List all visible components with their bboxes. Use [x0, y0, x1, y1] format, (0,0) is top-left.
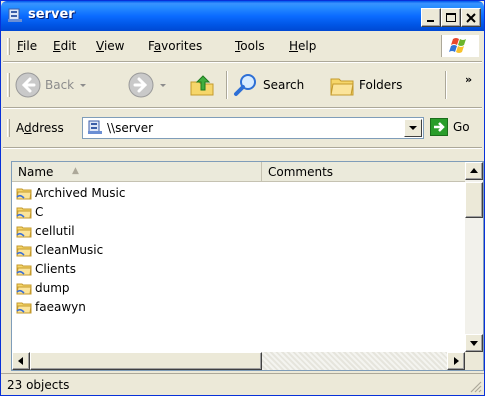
arrow-right-icon	[454, 357, 459, 365]
scroll-left-button[interactable]	[12, 352, 30, 370]
shared-folder-icon	[16, 207, 32, 219]
folders-label: Folders	[359, 78, 403, 92]
column-header-name[interactable]: Name ▲	[12, 162, 262, 182]
menu-file[interactable]: File	[17, 39, 37, 53]
toolbar-grip[interactable]	[7, 73, 10, 97]
up-folder-button[interactable]	[189, 69, 215, 101]
back-arrow-icon	[15, 72, 41, 98]
scroll-up-button[interactable]	[465, 162, 483, 180]
shared-folder-icon	[16, 264, 32, 276]
toolbar-divider	[3, 107, 482, 109]
list-item-label: Archived Music	[35, 186, 126, 200]
list-item[interactable]: cellutil	[16, 222, 75, 240]
chevron-down-icon	[409, 126, 417, 130]
close-button[interactable]	[461, 8, 481, 27]
list-item[interactable]: faeawyn	[16, 298, 86, 316]
shared-folder-icon	[16, 226, 32, 238]
sort-ascending-icon: ▲	[72, 166, 79, 176]
go-arrow-icon	[430, 118, 448, 136]
search-label: Search	[263, 78, 305, 92]
shared-folder-icon	[16, 188, 32, 200]
vertical-scroll-thumb[interactable]	[465, 182, 483, 218]
explorer-window: server File Edit View Favorites Tools He…	[0, 0, 485, 396]
scrollbar-corner	[465, 352, 483, 370]
address-value: \\server	[107, 121, 154, 135]
arrow-left-icon	[18, 357, 23, 365]
scroll-down-button[interactable]	[465, 334, 483, 352]
arrow-up-icon	[470, 168, 478, 173]
search-button[interactable]: Search	[233, 69, 304, 101]
list-item-label: Clients	[35, 262, 76, 276]
minimize-button[interactable]	[421, 8, 441, 27]
up-folder-icon	[190, 75, 214, 96]
menu-tools[interactable]: Tools	[235, 39, 265, 53]
go-button[interactable]: Go	[430, 118, 470, 136]
close-icon	[466, 13, 476, 23]
address-bar: Address \\server Go	[3, 113, 482, 143]
title-bar[interactable]: server	[1, 1, 484, 31]
list-item[interactable]: Archived Music	[16, 184, 125, 202]
addressbar-divider	[3, 147, 482, 149]
status-object-count: 23 objects	[7, 378, 70, 392]
windows-flag-icon	[449, 38, 466, 53]
arrow-down-icon	[470, 341, 478, 346]
go-label: Go	[453, 120, 470, 134]
minimize-icon	[427, 20, 434, 22]
shared-folder-icon	[16, 245, 32, 257]
menubar-divider	[3, 61, 482, 63]
menu-favorites[interactable]: Favorites	[148, 39, 202, 53]
column-header-comments[interactable]: Comments	[262, 162, 465, 182]
menubar-grip[interactable]	[7, 38, 10, 55]
shared-folder-icon	[16, 302, 32, 314]
scroll-right-button[interactable]	[447, 352, 465, 370]
menu-help[interactable]: Help	[289, 39, 316, 53]
horizontal-scroll-thumb[interactable]	[30, 352, 262, 370]
back-dropdown-icon[interactable]	[78, 80, 88, 90]
resize-grip-icon[interactable]	[470, 381, 482, 393]
address-dropdown-button[interactable]	[404, 119, 422, 137]
window-title: server	[28, 7, 75, 22]
forward-button[interactable]	[128, 69, 168, 101]
standard-toolbar: Back Search Folders »	[3, 65, 482, 105]
list-item-label: CleanMusic	[35, 243, 104, 257]
file-list-view[interactable]: Name ▲ Comments Archived Music Ccellutil C…	[11, 161, 484, 371]
list-item-label: cellutil	[35, 224, 75, 238]
windows-logo	[441, 35, 479, 57]
server-share-icon	[8, 8, 22, 22]
shared-folder-icon	[16, 283, 32, 295]
list-item-label: dump	[35, 281, 70, 295]
address-label: Address	[16, 121, 64, 135]
maximize-button[interactable]	[441, 8, 461, 27]
back-label: Back	[45, 78, 75, 92]
list-item-label: faeawyn	[35, 300, 86, 314]
server-share-icon	[88, 120, 102, 134]
vertical-scrollbar[interactable]	[465, 162, 483, 352]
toolbar-separator	[445, 71, 447, 99]
forward-arrow-icon	[128, 72, 154, 98]
toolbar-separator	[226, 71, 228, 99]
forward-dropdown-icon[interactable]	[158, 80, 168, 90]
horizontal-scrollbar[interactable]	[12, 352, 465, 370]
maximize-icon	[446, 13, 456, 22]
menu-view[interactable]: View	[96, 39, 124, 53]
back-button[interactable]: Back	[15, 69, 88, 101]
list-item[interactable]: CleanMusic	[16, 241, 103, 259]
list-item-label: C	[35, 205, 44, 219]
toolbar-more-chevron[interactable]: »	[465, 73, 472, 86]
search-icon	[234, 74, 256, 96]
menu-edit[interactable]: Edit	[53, 39, 76, 53]
horizontal-scroll-track[interactable]	[262, 352, 447, 370]
list-item[interactable]: C	[16, 203, 43, 221]
folders-button[interactable]: Folders	[329, 69, 402, 101]
list-item[interactable]: dump	[16, 279, 70, 297]
address-input[interactable]: \\server	[82, 117, 424, 139]
list-item[interactable]: Clients	[16, 260, 76, 278]
folders-icon	[330, 78, 354, 96]
menu-bar: File Edit View Favorites Tools Help	[3, 35, 482, 57]
status-bar: 23 objects	[1, 373, 484, 395]
addressbar-grip[interactable]	[7, 119, 10, 137]
